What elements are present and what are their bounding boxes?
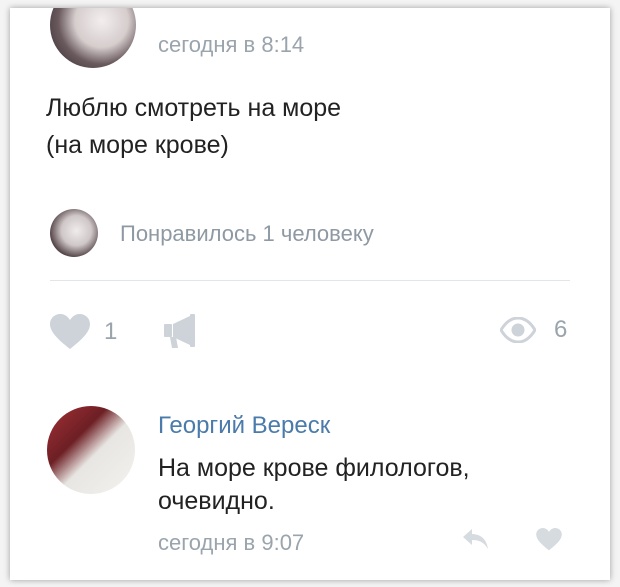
liker-avatar[interactable] (50, 209, 98, 257)
post-text: Люблю смотреть на море (на море крове) (46, 90, 341, 164)
comment-timestamp[interactable]: сегодня в 9:07 (158, 530, 304, 556)
views-count: 6 (554, 316, 568, 343)
eye-icon (500, 317, 536, 343)
comment-author[interactable]: Георгий Вереск (158, 412, 330, 440)
comment-text-line: На море крове филологов, (158, 454, 470, 482)
post-timestamp[interactable]: сегодня в 8:14 (158, 32, 304, 58)
like-button[interactable]: 1 (50, 314, 117, 350)
reply-button[interactable] (462, 528, 490, 550)
comment-text-line: очевидно. (158, 487, 275, 515)
megaphone-icon (164, 314, 195, 348)
commenter-avatar[interactable] (47, 406, 135, 494)
post-text-line: (на море крове) (46, 131, 229, 159)
likes-summary[interactable]: Понравилось 1 человеку (120, 221, 374, 247)
post-card: сегодня в 8:14 Люблю смотреть на море (н… (10, 8, 610, 580)
heart-icon (536, 528, 562, 551)
like-count: 1 (104, 318, 118, 345)
post-text-line: Люблю смотреть на море (46, 94, 342, 122)
reply-arrow-icon (463, 529, 488, 549)
comment-text: На море крове филологов, очевидно. (158, 452, 470, 518)
divider (50, 280, 570, 281)
post-author-avatar[interactable] (50, 8, 136, 68)
repost-button[interactable] (164, 314, 196, 348)
views-counter: 6 (500, 316, 567, 344)
comment-like-button[interactable] (536, 528, 562, 551)
heart-icon (50, 314, 90, 349)
